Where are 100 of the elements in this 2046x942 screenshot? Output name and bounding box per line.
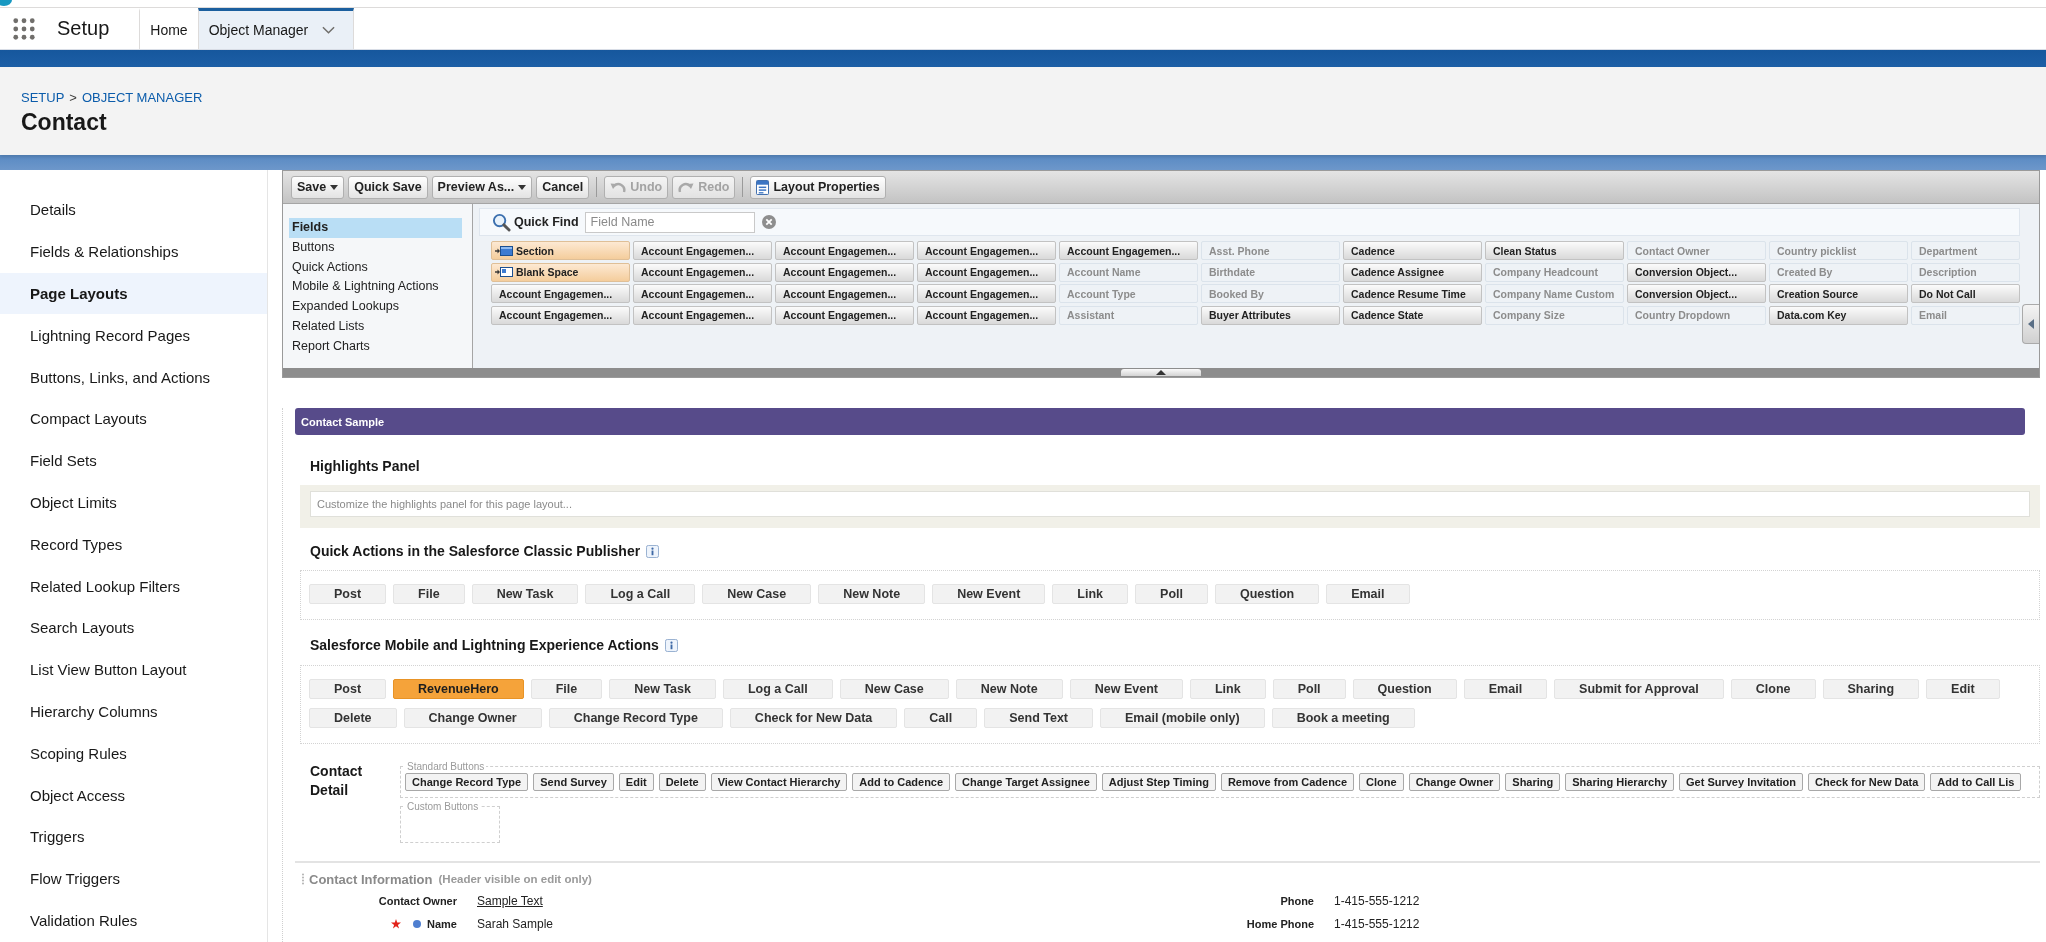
action-button[interactable]: File (393, 584, 465, 604)
detail-button[interactable]: Sharing (1505, 773, 1561, 791)
action-button[interactable]: Link (1189, 679, 1266, 699)
palette-field[interactable]: Creation Source (1769, 284, 1908, 303)
breadcrumb-link[interactable]: OBJECT MANAGER (81, 90, 203, 105)
palette-field[interactable]: Cadence Assignee (1343, 262, 1482, 282)
palette-field[interactable]: Cadence Resume Time (1343, 284, 1482, 303)
breadcrumb-link[interactable]: SETUP (21, 90, 65, 105)
action-button[interactable]: New Case (702, 584, 812, 604)
palette-field[interactable]: Account Engagemen... (633, 284, 772, 303)
action-button[interactable]: File (530, 679, 603, 699)
palette-category[interactable]: Expanded Lookups (289, 297, 462, 317)
action-button[interactable]: New Event (1069, 679, 1183, 699)
detail-button[interactable]: View Contact Hierarchy (710, 773, 848, 791)
action-button[interactable]: New Note (818, 584, 926, 604)
sidebar-item[interactable]: Record Types (0, 523, 267, 566)
action-button[interactable]: Book a meeting (1271, 708, 1415, 728)
sidebar-item[interactable]: List View Button Layout (0, 648, 267, 691)
sidebar-item[interactable]: Lightning Record Pages (0, 314, 267, 357)
palette-field[interactable]: Clean Status (1485, 241, 1624, 260)
action-button[interactable]: New Task (471, 584, 579, 604)
detail-button[interactable]: Edit (618, 773, 654, 791)
action-button[interactable]: Edit (1926, 679, 2000, 699)
toolbar-button[interactable]: Layout Properties (750, 175, 886, 199)
action-button[interactable]: New Event (932, 584, 1046, 604)
action-button[interactable]: Post (309, 584, 387, 604)
nav-tab[interactable]: Object Manager (197, 8, 355, 49)
action-button[interactable]: Question (1352, 679, 1457, 699)
palette-field[interactable]: Cadence State (1343, 305, 1482, 325)
sidebar-item[interactable]: Hierarchy Columns (0, 690, 267, 733)
sidebar-item[interactable]: Search Layouts (0, 606, 267, 649)
detail-button[interactable]: Add to Cadence (852, 773, 951, 791)
sidebar-item[interactable]: Object Access (0, 774, 267, 816)
action-button[interactable]: Send Text (984, 708, 1093, 728)
sidebar-item[interactable]: Compact Layouts (0, 398, 267, 440)
detail-button[interactable]: Remove from Cadence (1220, 773, 1355, 791)
action-button[interactable]: Log a Call (585, 584, 696, 604)
clear-icon[interactable] (761, 215, 776, 229)
nav-tab[interactable]: Home (139, 8, 198, 49)
sidebar-item[interactable]: Field Sets (0, 439, 267, 482)
palette-field[interactable]: Account Engagemen... (917, 262, 1056, 282)
highlights-drop-zone[interactable]: Customize the highlights panel for this page layout... (310, 491, 2030, 517)
action-button[interactable]: Link (1052, 584, 1129, 604)
detail-button[interactable]: Adjust Step Timing (1101, 773, 1216, 791)
detail-button[interactable]: Clone (1359, 773, 1404, 791)
palette-field[interactable]: Account Engagemen... (633, 305, 772, 325)
sidebar-item[interactable]: Buttons, Links, and Actions (0, 356, 267, 398)
info-icon[interactable] (646, 544, 660, 558)
detail-button[interactable]: Delete (658, 773, 706, 791)
action-button[interactable]: Poll (1135, 584, 1208, 604)
action-button[interactable]: Check for New Data (729, 708, 898, 728)
palette-field[interactable]: Account Engagemen... (633, 241, 772, 260)
palette-category[interactable]: Fields (289, 218, 462, 238)
detail-button[interactable]: Change Target Assignee (955, 773, 1097, 791)
palette-field[interactable]: Account Engagemen... (491, 284, 630, 303)
palette-field[interactable]: Cadence (1343, 241, 1482, 260)
action-button[interactable]: Delete (309, 708, 397, 728)
action-button[interactable]: Submit for Approval (1554, 679, 1724, 699)
palette-field[interactable]: Account Engagemen... (917, 305, 1056, 325)
action-button[interactable]: Question (1215, 584, 1320, 604)
palette-category[interactable]: Buttons (289, 237, 462, 258)
sidebar-item[interactable]: Details (0, 189, 267, 231)
action-button[interactable]: New Note (955, 679, 1063, 699)
action-button[interactable]: Poll (1272, 679, 1346, 699)
action-button[interactable]: Change Record Type (548, 708, 723, 728)
palette-category[interactable]: Report Charts (289, 336, 462, 357)
info-icon[interactable] (664, 638, 678, 652)
palette-field[interactable]: Account Engagemen... (775, 262, 914, 282)
scroll-tab[interactable] (2022, 304, 2039, 344)
palette-field[interactable]: Blank Space (491, 262, 630, 282)
palette-field[interactable]: Conversion Object... (1627, 262, 1766, 282)
drag-handle-icon[interactable] (301, 873, 305, 885)
palette-field[interactable]: Account Engagemen... (917, 241, 1056, 260)
palette-field[interactable]: Account Engagemen... (775, 284, 914, 303)
sidebar-item[interactable]: Page Layouts (0, 272, 267, 315)
toolbar-button[interactable]: Preview As... (431, 175, 533, 199)
detail-button[interactable]: Send Survey (533, 773, 614, 791)
action-button[interactable]: Call (904, 708, 978, 728)
action-button[interactable]: Post (309, 679, 387, 699)
palette-field[interactable]: Conversion Object... (1627, 284, 1766, 303)
palette-field[interactable]: Account Engagemen... (633, 262, 772, 282)
chevron-down-icon[interactable] (322, 26, 336, 34)
detail-button[interactable]: Add to Call Lis (1930, 773, 2022, 791)
action-button[interactable]: RevenueHero (393, 679, 524, 699)
sidebar-item[interactable]: Related Lookup Filters (0, 565, 267, 607)
action-button[interactable]: Email (1463, 679, 1548, 699)
action-button[interactable]: Change Owner (403, 708, 542, 728)
action-button[interactable]: Log a Call (723, 679, 833, 699)
collapse-handle[interactable] (1121, 369, 1201, 376)
sidebar-item[interactable]: Scoping Rules (0, 732, 267, 775)
detail-button[interactable]: Change Record Type (405, 773, 529, 791)
sidebar-item[interactable]: Flow Triggers (0, 857, 267, 900)
sidebar-item[interactable]: Fields & Relationships (0, 230, 267, 273)
action-button[interactable]: Email (1326, 584, 1410, 604)
palette-category[interactable]: Mobile & Lightning Actions (289, 277, 462, 298)
action-button[interactable]: Email (mobile only) (1100, 708, 1265, 728)
detail-button[interactable]: Check for New Data (1808, 773, 1926, 791)
action-button[interactable]: Sharing (1822, 679, 1920, 699)
palette-field[interactable]: Buyer Attributes (1201, 305, 1340, 325)
palette-field[interactable]: Section (491, 241, 630, 260)
